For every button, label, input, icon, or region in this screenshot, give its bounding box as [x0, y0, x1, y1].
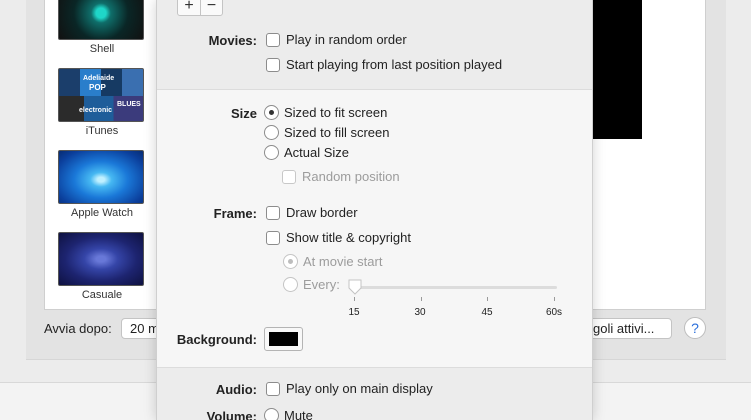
size-fill-option[interactable]: Sized to fill screen	[264, 125, 390, 140]
random-position-label: Random position	[302, 169, 400, 184]
slider-tick	[487, 297, 488, 301]
every-slider-track[interactable]	[354, 286, 557, 289]
background-color-swatch	[269, 332, 298, 346]
show-title-label: Show title & copyright	[286, 230, 412, 245]
audio-label: Audio:	[215, 382, 257, 397]
itunes-thumb-badge: BLUES	[117, 101, 141, 108]
slider-tick	[354, 297, 355, 301]
slider-tick-label: 45	[481, 307, 493, 318]
slider-tick-label: 30	[414, 307, 426, 318]
slider-tick	[421, 297, 422, 301]
start-last-position-label: Start playing from last position played	[286, 57, 503, 72]
every-label: Every:	[303, 277, 340, 292]
main-display-only-checkbox[interactable]	[266, 381, 280, 396]
play-random-label: Play in random order	[286, 32, 407, 47]
size-actual-label: Actual Size	[284, 145, 350, 160]
itunes-thumb-badge: electronic	[79, 107, 113, 114]
screensaver-label-casuale: Casuale	[81, 289, 123, 301]
every-slider-thumb[interactable]	[348, 279, 362, 295]
screensaver-thumb-casuale[interactable]	[58, 232, 144, 286]
random-position-checkbox[interactable]	[282, 169, 296, 184]
frame-label: Frame:	[213, 206, 257, 221]
start-last-position-checkbox[interactable]	[266, 57, 280, 72]
at-movie-start-label: At movie start	[303, 254, 383, 269]
size-label: Size	[230, 106, 257, 121]
movies-label: Movies:	[208, 33, 257, 48]
screensaver-preview	[592, 0, 642, 139]
volume-label: Volume:	[206, 409, 257, 420]
hot-corners-button[interactable]: goli attivi...	[588, 318, 672, 339]
every-radio[interactable]	[283, 277, 298, 292]
screensaver-label-shell: Shell	[89, 43, 115, 55]
mute-option[interactable]: Mute	[264, 408, 313, 420]
itunes-thumb-badge: Adeliaide	[83, 75, 115, 82]
every-option[interactable]: Every:	[283, 277, 340, 292]
start-after-select[interactable]: 20 m	[121, 318, 161, 339]
background-label: Background:	[176, 332, 257, 347]
screensaver-thumb-itunes[interactable]: Adeliaide POP electronic BLUES	[58, 68, 144, 122]
size-fill-label: Sized to fill screen	[284, 125, 390, 140]
start-after-label: Avvia dopo:	[44, 321, 112, 336]
slider-tick-label: 60s	[545, 307, 563, 318]
main-display-only-label: Play only on main display	[286, 381, 433, 396]
random-position-option[interactable]: Random position	[282, 169, 400, 184]
screensaver-label-itunes: iTunes	[85, 125, 119, 137]
size-fit-label: Sized to fit screen	[284, 105, 388, 120]
screensaver-label-apple-watch: Apple Watch	[71, 207, 133, 219]
at-movie-start-option[interactable]: At movie start	[283, 254, 382, 269]
draw-border-label: Draw border	[286, 205, 358, 220]
mute-radio[interactable]	[264, 408, 279, 420]
size-fit-option[interactable]: Sized to fit screen	[264, 105, 387, 120]
mute-label: Mute	[284, 408, 313, 420]
add-button[interactable]: +	[178, 0, 200, 15]
show-title-checkbox[interactable]	[266, 230, 280, 245]
screensaver-thumb-apple-watch[interactable]	[58, 150, 144, 204]
help-button[interactable]: ?	[684, 317, 706, 339]
slider-tick	[554, 297, 555, 301]
play-random-checkbox[interactable]	[266, 32, 280, 47]
play-random-option[interactable]: Play in random order	[266, 32, 407, 47]
remove-button[interactable]: −	[200, 0, 222, 15]
background-color-well[interactable]	[264, 327, 303, 351]
itunes-thumb-badge: POP	[89, 83, 106, 92]
size-actual-radio[interactable]	[264, 145, 279, 160]
at-movie-start-radio[interactable]	[283, 254, 298, 269]
start-last-position-option[interactable]: Start playing from last position played	[266, 57, 502, 72]
show-title-option[interactable]: Show title & copyright	[266, 230, 411, 245]
draw-border-option[interactable]: Draw border	[266, 205, 358, 220]
main-display-only-option[interactable]: Play only on main display	[266, 381, 433, 396]
screensaver-thumb-shell[interactable]	[58, 0, 144, 40]
size-actual-option[interactable]: Actual Size	[264, 145, 349, 160]
add-remove-control: + −	[177, 0, 223, 16]
slider-tick-label: 15	[348, 307, 360, 318]
size-fit-radio[interactable]	[264, 105, 279, 120]
draw-border-checkbox[interactable]	[266, 205, 280, 220]
size-fill-radio[interactable]	[264, 125, 279, 140]
